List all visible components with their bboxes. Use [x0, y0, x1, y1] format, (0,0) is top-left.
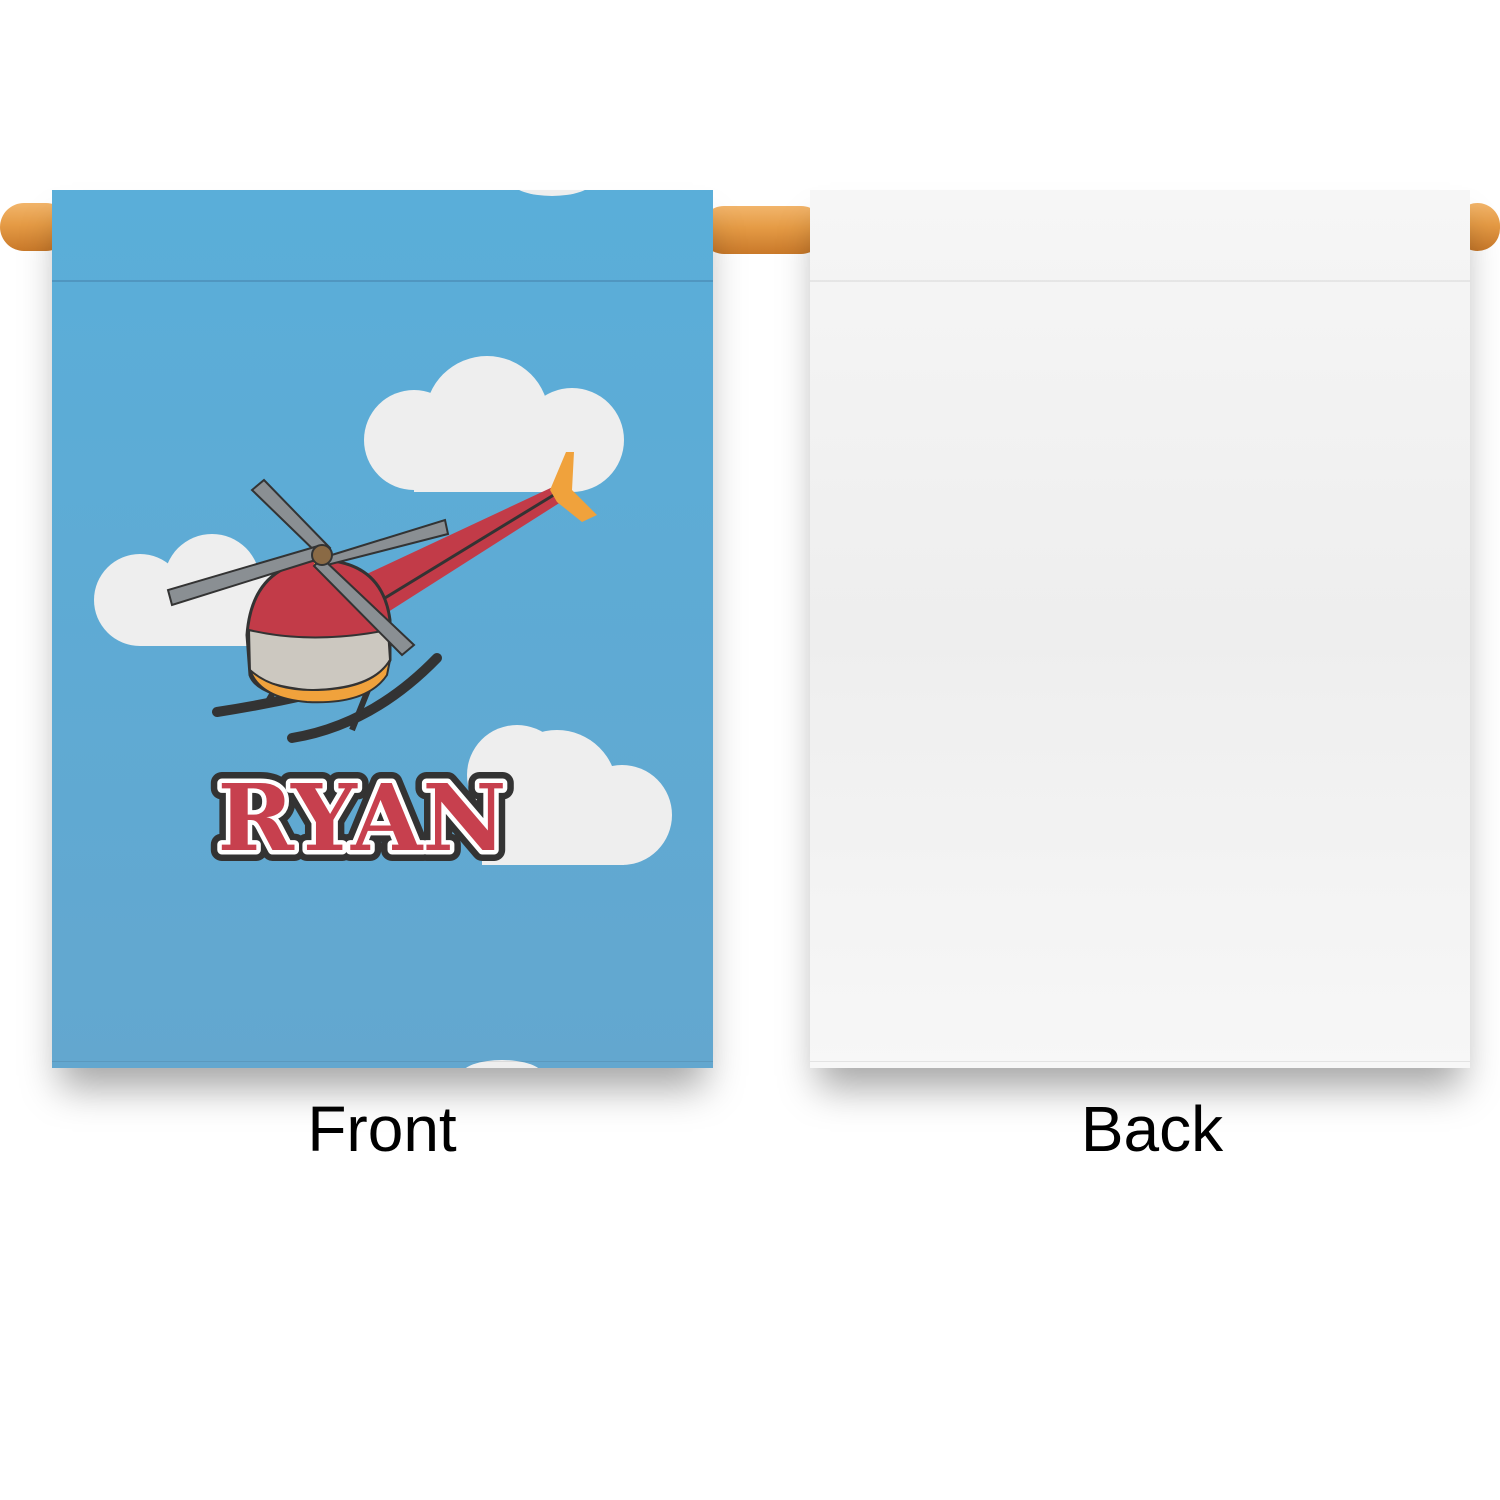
cloud-icon: [519, 190, 585, 196]
personalized-name: RYAN: [218, 764, 507, 872]
sleeve-seam: [810, 280, 1470, 282]
flag-front-artwork: RYAN RYAN RYAN: [94, 190, 672, 1068]
back-label: Back: [1080, 1093, 1224, 1165]
cloud-icon: [364, 356, 624, 492]
flag-front: RYAN RYAN RYAN: [52, 190, 713, 1068]
front-label: Front: [307, 1093, 457, 1165]
hem-seam: [810, 1061, 1470, 1062]
hanging-rod-middle: [700, 206, 825, 254]
hem-seam: [52, 1061, 713, 1062]
product-preview: RYAN RYAN RYAN Front Back: [0, 0, 1500, 1500]
name-text-graphic: RYAN RYAN RYAN: [207, 753, 518, 883]
flag-back: [810, 190, 1470, 1068]
